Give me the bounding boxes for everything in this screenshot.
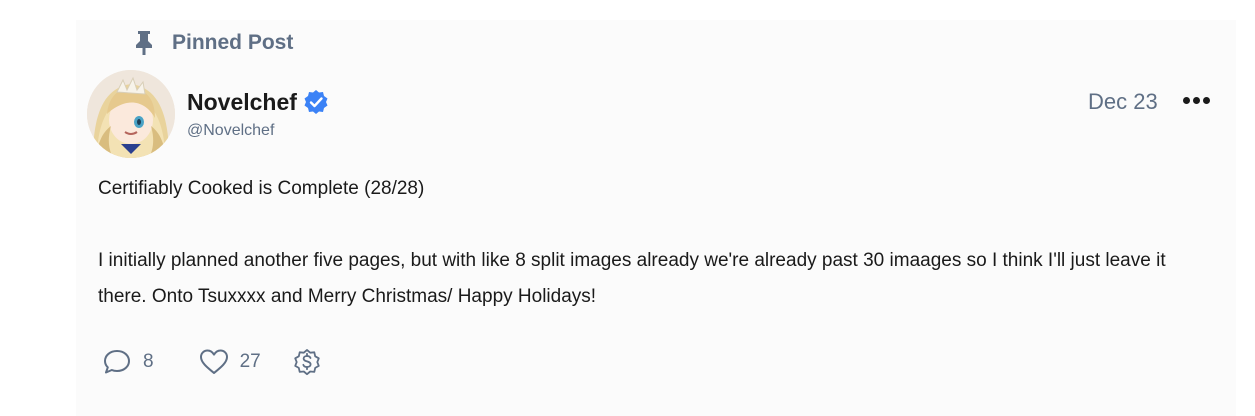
comment-count: 8 [143,351,154,372]
author-name[interactable]: Novelchef [187,89,297,116]
post-actions: 8 27 [101,346,323,378]
avatar[interactable] [87,70,175,158]
dollar-badge-icon [294,349,320,376]
like-button[interactable]: 27 [198,346,261,378]
post-text-paragraph: I initially planned another five pages, … [98,250,1166,307]
comment-button[interactable]: 8 [101,346,154,378]
more-options-icon[interactable] [1183,97,1210,104]
pinned-label: Pinned Post [172,31,294,54]
author-handle[interactable]: @Novelchef [187,122,329,140]
avatar-image [87,70,175,158]
dot [1203,97,1210,104]
dot [1193,97,1200,104]
verified-badge-icon [304,90,328,114]
post-text-line: Certifiably Cooked is Complete (28/28) [98,178,425,199]
post-date[interactable]: Dec 23 [1088,89,1158,115]
comment-icon [104,350,130,374]
author-block: Novelchef @Novelchef [187,84,329,140]
tip-button[interactable] [291,346,323,378]
post-body: Certifiably Cooked is Complete (28/28) I… [98,171,1208,315]
like-count: 27 [239,351,261,372]
heart-icon [199,349,228,374]
pin-icon [136,31,152,55]
pinned-indicator: Pinned Post [133,30,293,56]
dot [1183,97,1190,104]
